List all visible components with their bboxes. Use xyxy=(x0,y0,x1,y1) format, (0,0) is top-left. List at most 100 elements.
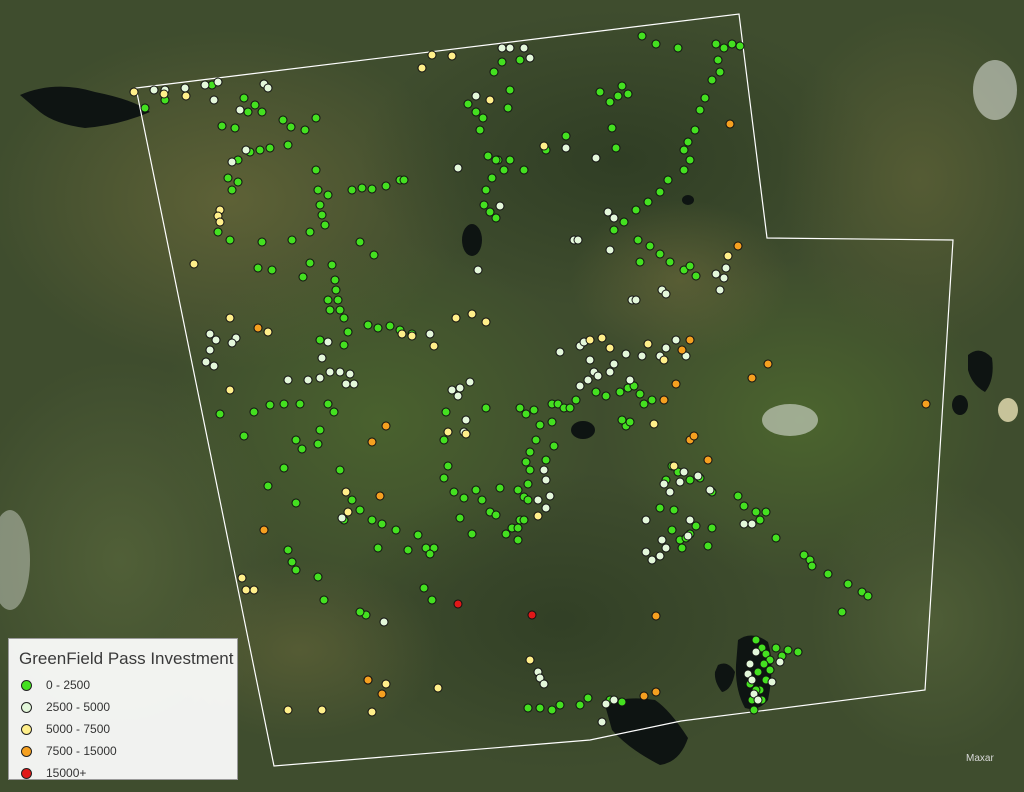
investment-marker[interactable] xyxy=(253,323,263,333)
investment-marker[interactable] xyxy=(591,387,601,397)
investment-marker[interactable] xyxy=(235,105,245,115)
investment-marker[interactable] xyxy=(637,31,647,41)
investment-marker[interactable] xyxy=(631,295,641,305)
investment-marker[interactable] xyxy=(225,385,235,395)
investment-marker[interactable] xyxy=(385,321,395,331)
investment-marker[interactable] xyxy=(655,551,665,561)
investment-marker[interactable] xyxy=(367,707,377,717)
investment-marker[interactable] xyxy=(291,498,301,508)
investment-marker[interactable] xyxy=(643,339,653,349)
investment-marker[interactable] xyxy=(140,103,150,113)
investment-marker[interactable] xyxy=(545,491,555,501)
investment-marker[interactable] xyxy=(267,265,277,275)
investment-marker[interactable] xyxy=(495,483,505,493)
investment-marker[interactable] xyxy=(373,323,383,333)
investment-marker[interactable] xyxy=(427,50,437,60)
investment-marker[interactable] xyxy=(209,95,219,105)
investment-marker[interactable] xyxy=(503,103,513,113)
investment-marker[interactable] xyxy=(695,105,705,115)
investment-marker[interactable] xyxy=(335,305,345,315)
investment-marker[interactable] xyxy=(639,399,649,409)
investment-marker[interactable] xyxy=(679,467,689,477)
investment-marker[interactable] xyxy=(621,349,631,359)
investment-marker[interactable] xyxy=(283,140,293,150)
investment-marker[interactable] xyxy=(315,425,325,435)
investment-marker[interactable] xyxy=(213,77,223,87)
investment-marker[interactable] xyxy=(461,429,471,439)
investment-marker[interactable] xyxy=(413,530,423,540)
investment-marker[interactable] xyxy=(739,501,749,511)
investment-marker[interactable] xyxy=(425,549,435,559)
investment-marker[interactable] xyxy=(427,595,437,605)
investment-marker[interactable] xyxy=(180,83,190,93)
investment-marker[interactable] xyxy=(707,75,717,85)
investment-marker[interactable] xyxy=(213,227,223,237)
investment-marker[interactable] xyxy=(443,427,453,437)
investment-marker[interactable] xyxy=(605,245,615,255)
investment-marker[interactable] xyxy=(561,131,571,141)
investment-marker[interactable] xyxy=(541,503,551,513)
investment-marker[interactable] xyxy=(323,399,333,409)
investment-marker[interactable] xyxy=(478,113,488,123)
investment-marker[interactable] xyxy=(257,107,267,117)
investment-marker[interactable] xyxy=(519,165,529,175)
investment-marker[interactable] xyxy=(747,675,757,685)
investment-marker[interactable] xyxy=(453,391,463,401)
investment-marker[interactable] xyxy=(771,533,781,543)
investment-marker[interactable] xyxy=(311,113,321,123)
investment-marker[interactable] xyxy=(363,320,373,330)
investment-marker[interactable] xyxy=(745,659,755,669)
investment-marker[interactable] xyxy=(337,513,347,523)
investment-marker[interactable] xyxy=(525,447,535,457)
investment-marker[interactable] xyxy=(278,115,288,125)
investment-marker[interactable] xyxy=(705,485,715,495)
investment-marker[interactable] xyxy=(335,465,345,475)
investment-marker[interactable] xyxy=(223,173,233,183)
investment-marker[interactable] xyxy=(315,373,325,383)
investment-marker[interactable] xyxy=(439,473,449,483)
investment-marker[interactable] xyxy=(297,444,307,454)
investment-marker[interactable] xyxy=(225,235,235,245)
investment-marker[interactable] xyxy=(723,251,733,261)
investment-marker[interactable] xyxy=(465,377,475,387)
investment-marker[interactable] xyxy=(683,137,693,147)
investment-marker[interactable] xyxy=(711,39,721,49)
investment-marker[interactable] xyxy=(639,691,649,701)
investment-marker[interactable] xyxy=(499,165,509,175)
investment-marker[interactable] xyxy=(239,93,249,103)
investment-marker[interactable] xyxy=(377,689,387,699)
investment-marker[interactable] xyxy=(513,535,523,545)
investment-marker[interactable] xyxy=(341,487,351,497)
investment-marker[interactable] xyxy=(279,399,289,409)
investment-marker[interactable] xyxy=(677,543,687,553)
investment-marker[interactable] xyxy=(747,373,757,383)
investment-marker[interactable] xyxy=(727,39,737,49)
investment-marker[interactable] xyxy=(541,475,551,485)
investment-marker[interactable] xyxy=(657,535,667,545)
investment-marker[interactable] xyxy=(461,415,471,425)
investment-marker[interactable] xyxy=(547,705,557,715)
investment-marker[interactable] xyxy=(343,507,353,517)
investment-marker[interactable] xyxy=(637,351,647,361)
investment-marker[interactable] xyxy=(215,217,225,227)
investment-marker[interactable] xyxy=(355,505,365,515)
investment-marker[interactable] xyxy=(263,83,273,93)
investment-marker[interactable] xyxy=(475,125,485,135)
investment-marker[interactable] xyxy=(703,455,713,465)
investment-marker[interactable] xyxy=(659,355,669,365)
investment-marker[interactable] xyxy=(719,273,729,283)
investment-marker[interactable] xyxy=(651,611,661,621)
investment-marker[interactable] xyxy=(783,645,793,655)
investment-marker[interactable] xyxy=(605,343,615,353)
investment-marker[interactable] xyxy=(733,241,743,251)
investment-marker[interactable] xyxy=(763,359,773,369)
investment-marker[interactable] xyxy=(451,313,461,323)
investment-marker[interactable] xyxy=(751,635,761,645)
investment-marker[interactable] xyxy=(691,521,701,531)
investment-marker[interactable] xyxy=(237,573,247,583)
investment-marker[interactable] xyxy=(449,487,459,497)
investment-marker[interactable] xyxy=(447,51,457,61)
investment-marker[interactable] xyxy=(535,420,545,430)
investment-marker[interactable] xyxy=(263,327,273,337)
investment-marker[interactable] xyxy=(283,545,293,555)
